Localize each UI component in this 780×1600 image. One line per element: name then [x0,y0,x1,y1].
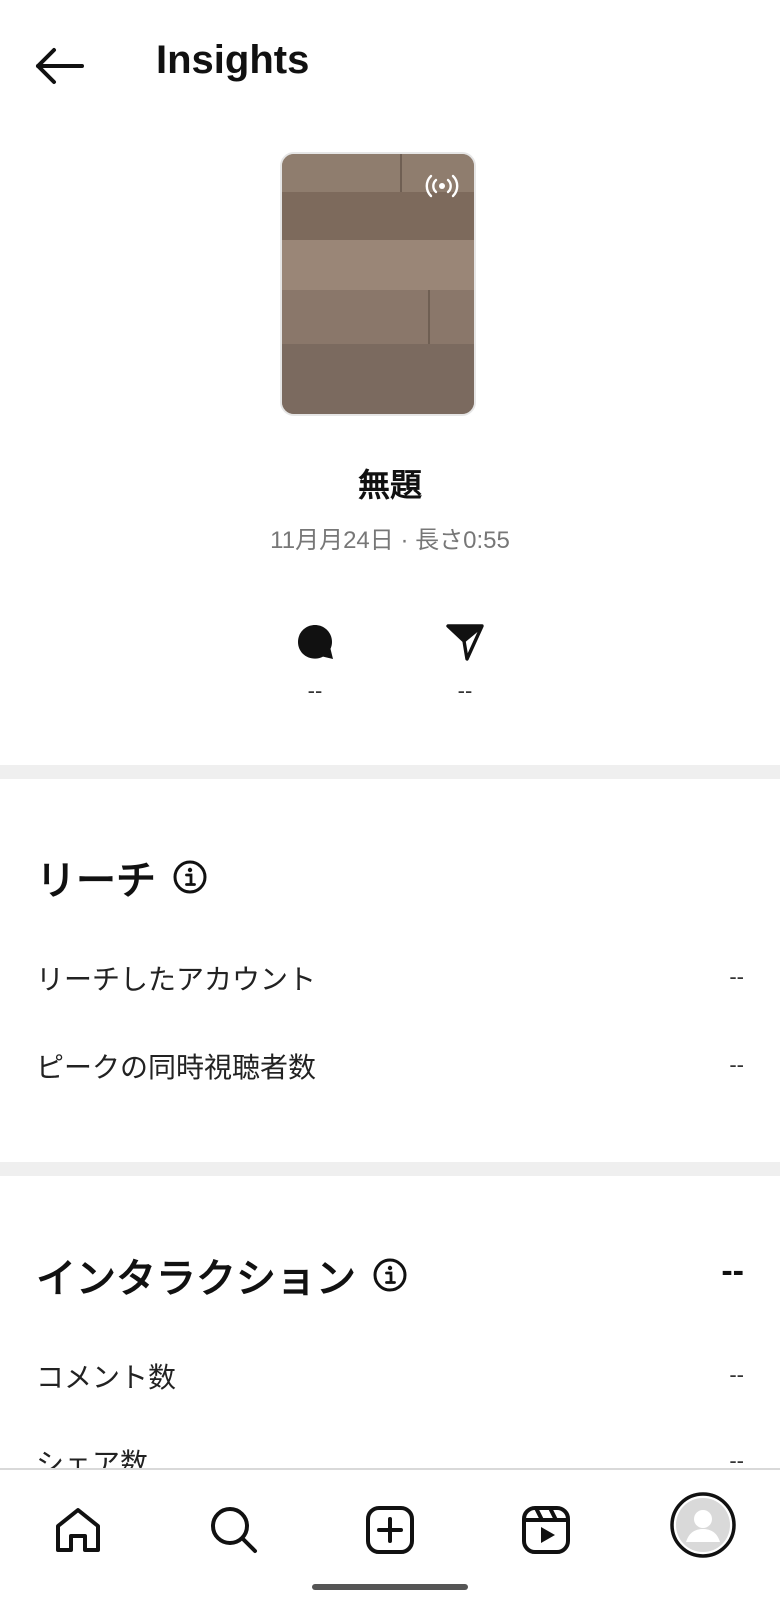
page-title: Insights [156,38,310,82]
system-home-indicator[interactable] [312,1584,468,1590]
section-divider [0,1162,780,1176]
avatar-icon [670,1492,736,1558]
reach-section-header: リーチ [36,848,208,906]
interaction-total: -- [721,1252,744,1290]
back-button[interactable] [30,42,90,90]
section-divider [0,765,780,779]
nav-search[interactable] [204,1500,264,1560]
info-icon[interactable] [372,1257,408,1293]
wood-plank [282,240,474,290]
peak-viewers-value: -- [729,1052,744,1077]
bottom-navigation [0,1468,780,1600]
arrow-left-icon [36,48,84,84]
wood-seam [400,154,402,192]
search-icon [211,1507,257,1553]
interaction-section-header: インタラクション [36,1246,408,1304]
interaction-title: インタラクション [36,1256,356,1302]
share-count: -- [457,678,473,703]
wood-plank [282,290,474,344]
nav-home[interactable] [48,1500,108,1560]
plus-square-icon [366,1506,414,1554]
post-title: 無題 [357,466,422,504]
comments-value: -- [729,1362,744,1387]
post-thumbnail[interactable] [280,152,476,416]
info-icon[interactable] [172,859,208,895]
nav-reels[interactable] [516,1500,576,1560]
nav-profile[interactable] [670,1492,736,1558]
nav-create[interactable] [360,1500,420,1560]
reach-accounts-label: リーチしたアカウント [36,963,317,996]
comment-stat [295,622,335,666]
wood-seam [428,290,430,344]
post-meta: 11月月24日 · 長さ0:55 [270,527,510,554]
comments-label: コメント数 [36,1361,177,1394]
comment-icon [298,625,333,659]
reels-icon [522,1506,570,1554]
wood-plank [282,344,474,414]
reach-accounts-value: -- [729,964,744,989]
home-icon [56,1508,100,1552]
comment-count: -- [307,678,323,703]
send-icon [446,624,484,661]
share-stat [445,622,485,666]
reach-title: リーチ [36,858,156,904]
live-broadcast-icon [424,172,460,200]
peak-viewers-label: ピークの同時視聴者数 [36,1051,317,1084]
